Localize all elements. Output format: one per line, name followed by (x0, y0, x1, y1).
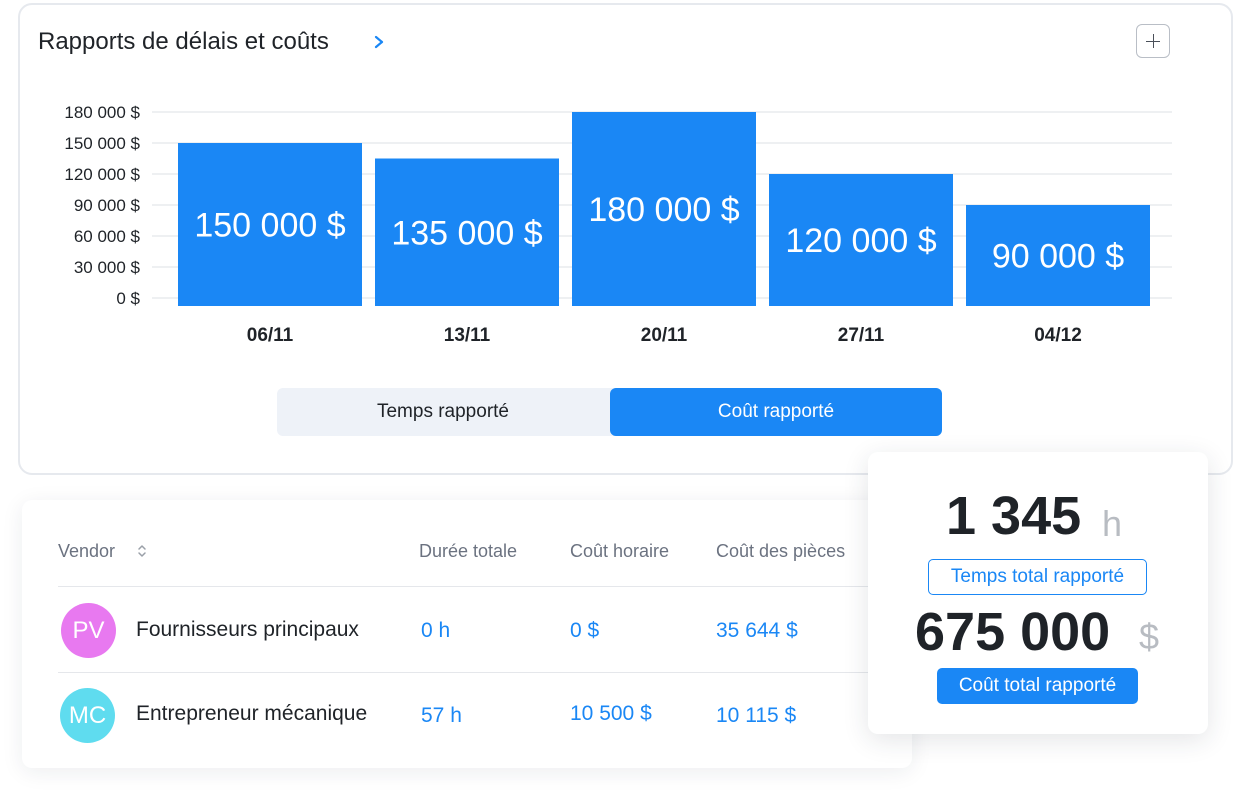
bar-value-label: 90 000 $ (992, 238, 1124, 276)
total-time-unit: h (1102, 503, 1123, 544)
column-header-vendor[interactable]: Vendor (58, 541, 115, 562)
total-time-value: 1 345 (946, 486, 1082, 546)
column-header-duration[interactable]: Durée totale (419, 541, 517, 562)
total-cost-value: 675 000 (915, 602, 1111, 662)
hourly-cost-cell[interactable]: 0 $ (570, 619, 599, 643)
bar-value-label: 135 000 $ (391, 214, 542, 252)
sort-icon[interactable] (137, 543, 147, 559)
toggle-reported-cost[interactable]: Coût rapporté (610, 388, 942, 436)
y-axis-tick-label: 30 000 $ (74, 258, 141, 277)
toggle-reported-time[interactable]: Temps rapporté (277, 388, 609, 436)
report-type-toggle: Temps rapporté Coût rapporté (277, 388, 942, 436)
vendor-name[interactable]: Fournisseurs principaux (136, 618, 359, 642)
y-axis-tick-label: 90 000 $ (74, 196, 141, 215)
x-axis-tick-label: 27/11 (838, 325, 885, 346)
x-axis-tick-label: 06/11 (247, 325, 294, 346)
total-cost-label[interactable]: Coût total rapporté (937, 668, 1138, 704)
x-axis-tick-label: 04/12 (1034, 325, 1082, 346)
parts-cost-cell[interactable]: 35 644 $ (716, 619, 798, 643)
x-axis-tick-label: 13/11 (444, 325, 491, 346)
bar-value-label: 150 000 $ (194, 207, 345, 245)
column-header-hourly-cost[interactable]: Coût horaire (570, 541, 669, 562)
y-axis-tick-label: 60 000 $ (74, 227, 141, 246)
duration-cell[interactable]: 0 h (421, 619, 450, 643)
duration-cell[interactable]: 57 h (421, 704, 462, 728)
row-divider (58, 586, 868, 587)
y-axis-tick-label: 120 000 $ (64, 165, 140, 184)
y-axis-tick-label: 0 $ (116, 289, 140, 308)
avatar: PV (61, 603, 116, 658)
total-time-label[interactable]: Temps total rapporté (928, 559, 1147, 595)
avatar: MC (60, 688, 115, 743)
x-axis-tick-label: 20/11 (641, 325, 688, 346)
vendor-name[interactable]: Entrepreneur mécanique (136, 702, 367, 726)
bar-chart: 0 $ 30 000 $ 60 000 $ 90 000 $ 120 000 $ 150 … (64, 103, 1172, 346)
bar-value-label: 120 000 $ (785, 222, 936, 260)
total-cost-unit: $ (1139, 616, 1160, 657)
y-axis-tick-label: 180 000 $ (64, 103, 140, 122)
parts-cost-cell[interactable]: 10 115 $ (716, 704, 796, 728)
column-header-parts-cost[interactable]: Coût des pièces (716, 541, 845, 562)
row-divider (58, 672, 868, 673)
hourly-cost-cell[interactable]: 10 500 $ (570, 702, 652, 726)
bar-value-label: 180 000 $ (588, 191, 739, 229)
y-axis-tick-label: 150 000 $ (64, 134, 140, 153)
